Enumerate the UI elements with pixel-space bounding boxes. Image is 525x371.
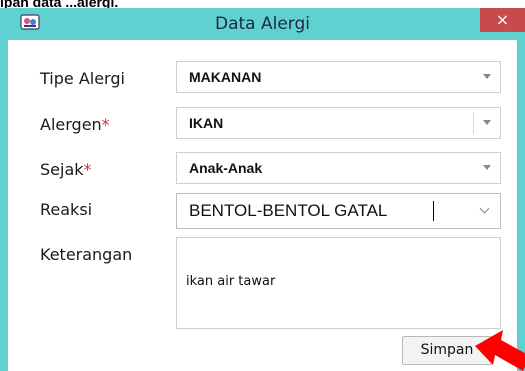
window-title: Data Alergi bbox=[214, 14, 310, 34]
dropdown-arrow-icon bbox=[483, 74, 491, 79]
annotation-arrow-icon bbox=[475, 330, 525, 371]
cropped-caption: ipan data ...alergi. bbox=[0, 0, 119, 8]
window-border-left bbox=[0, 40, 8, 371]
required-mark: * bbox=[83, 160, 92, 179]
sejak-value: Anak-Anak bbox=[189, 160, 263, 176]
keterangan-textarea[interactable]: ikan air tawar bbox=[176, 237, 501, 329]
keterangan-label: Keterangan bbox=[40, 245, 132, 264]
required-mark: * bbox=[101, 115, 110, 134]
top-strip: ipan data ...alergi. bbox=[0, 0, 525, 8]
dropdown-arrow-icon[interactable] bbox=[483, 120, 491, 125]
close-icon: × bbox=[495, 10, 510, 29]
tipe-alergi-label-text: Tipe Alergi bbox=[40, 69, 125, 88]
reaksi-input-value[interactable]: BENTOL-BENTOL GATAL bbox=[189, 194, 387, 228]
sejak-label-text: Sejak bbox=[40, 160, 84, 179]
tipe-alergi-combobox[interactable]: MAKANAN bbox=[176, 61, 501, 93]
alergen-combobox[interactable]: IKAN bbox=[176, 107, 501, 139]
tipe-alergi-value: MAKANAN bbox=[189, 69, 262, 85]
reaksi-label: Reaksi bbox=[40, 200, 92, 219]
text-caret bbox=[433, 201, 434, 221]
dropdown-separator bbox=[473, 112, 474, 134]
alergen-value: IKAN bbox=[189, 115, 224, 131]
reaksi-label-text: Reaksi bbox=[40, 200, 93, 219]
alergen-label: Alergen* bbox=[40, 115, 110, 134]
tipe-alergi-label: Tipe Alergi bbox=[40, 69, 125, 88]
sejak-label: Sejak* bbox=[40, 160, 92, 179]
title-bar: Data Alergi × bbox=[0, 8, 525, 40]
dropdown-arrow-icon bbox=[483, 165, 491, 170]
window-border-right bbox=[517, 40, 525, 371]
sejak-combobox[interactable]: Anak-Anak bbox=[176, 152, 501, 184]
keterangan-value[interactable]: ikan air tawar bbox=[186, 274, 275, 289]
reaksi-editable-combobox[interactable]: BENTOL-BENTOL GATAL bbox=[176, 193, 501, 229]
alergen-label-text: Alergen bbox=[40, 115, 102, 134]
keterangan-label-text: Keterangan bbox=[40, 245, 133, 264]
chevron-down-icon[interactable] bbox=[479, 203, 490, 214]
close-button[interactable]: × bbox=[480, 8, 525, 32]
